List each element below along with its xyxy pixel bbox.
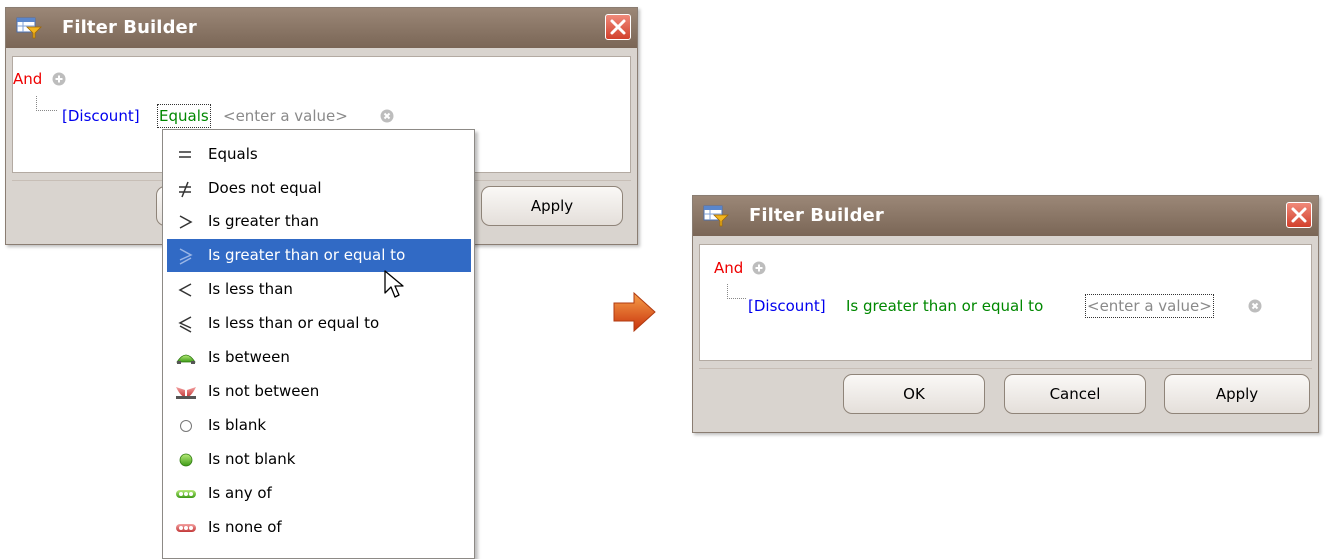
filter-builder-icon xyxy=(16,17,42,39)
condition-field[interactable]: [Discount] xyxy=(748,296,826,316)
remove-condition-icon[interactable] xyxy=(1248,299,1262,313)
greater-or-equal-icon xyxy=(179,248,193,265)
condition-operator[interactable]: Equals xyxy=(157,104,211,128)
menu-item-less-than[interactable]: Is less than xyxy=(167,273,471,306)
menu-item-less-or-equal[interactable]: Is less than or equal to xyxy=(167,307,471,340)
between-icon xyxy=(176,354,196,364)
close-button[interactable] xyxy=(1286,202,1312,228)
any-of-icon xyxy=(176,490,196,498)
menu-item-greater-than[interactable]: Is greater than xyxy=(167,205,471,238)
menu-item-not-blank[interactable]: Is not blank xyxy=(167,443,471,476)
group-operator-and[interactable]: And xyxy=(13,69,42,89)
dialog-title: Filter Builder xyxy=(749,205,884,226)
transition-arrow-icon xyxy=(613,291,656,333)
ok-button[interactable]: OK xyxy=(843,374,985,414)
none-of-icon xyxy=(176,524,196,532)
title-bar[interactable]: Filter Builder xyxy=(6,8,637,48)
mouse-cursor-icon xyxy=(384,270,404,298)
menu-item-equals[interactable]: Equals xyxy=(167,138,471,171)
blank-icon xyxy=(180,420,192,432)
dialog-title: Filter Builder xyxy=(62,17,197,38)
cancel-button[interactable]: Cancel xyxy=(1004,374,1146,414)
menu-item-between[interactable]: Is between xyxy=(167,341,471,374)
tree-connector xyxy=(727,284,746,299)
less-than-icon xyxy=(178,283,192,297)
condition-field[interactable]: [Discount] xyxy=(62,106,140,126)
not-equal-icon xyxy=(179,181,191,198)
footer-divider xyxy=(699,368,1312,369)
operator-dropdown-menu: Equals Does not equal Is greater than Is… xyxy=(162,129,475,559)
menu-item-none-of[interactable]: Is none of xyxy=(167,511,471,544)
less-or-equal-icon xyxy=(178,316,192,333)
title-bar[interactable]: Filter Builder xyxy=(693,196,1318,236)
tree-connector xyxy=(36,96,57,111)
menu-item-does-not-equal[interactable]: Does not equal xyxy=(167,172,471,205)
menu-item-blank[interactable]: Is blank xyxy=(167,409,471,442)
apply-button[interactable]: Apply xyxy=(481,186,623,226)
equals-icon xyxy=(179,151,191,158)
condition-value[interactable]: <enter a value> xyxy=(223,106,348,126)
filter-builder-icon xyxy=(703,205,729,227)
remove-condition-icon[interactable] xyxy=(380,109,394,123)
close-icon xyxy=(610,19,626,35)
menu-item-greater-or-equal[interactable]: Is greater than or equal to xyxy=(167,239,471,272)
condition-operator[interactable]: Is greater than or equal to xyxy=(846,296,1043,316)
close-icon xyxy=(1291,207,1307,223)
greater-than-icon xyxy=(179,215,193,229)
add-condition-icon[interactable] xyxy=(52,72,66,86)
not-blank-icon xyxy=(179,453,193,467)
condition-value[interactable]: <enter a value> xyxy=(1085,294,1214,318)
close-button[interactable] xyxy=(605,14,631,40)
add-condition-icon[interactable] xyxy=(752,261,766,275)
group-operator-and[interactable]: And xyxy=(714,258,743,278)
menu-item-not-between[interactable]: Is not between xyxy=(167,375,471,408)
not-between-icon xyxy=(176,387,196,399)
apply-button[interactable]: Apply xyxy=(1164,374,1310,414)
menu-item-any-of[interactable]: Is any of xyxy=(167,477,471,510)
